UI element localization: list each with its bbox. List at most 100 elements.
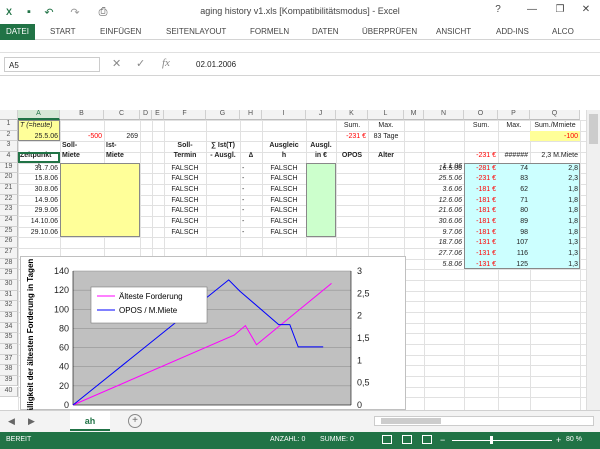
header-termin[interactable]: Termin [166,151,204,161]
tab-formeln[interactable]: FORMELN [250,27,289,36]
confirm-icon[interactable]: ✓ [136,57,145,70]
row-header[interactable]: 21 [0,183,18,195]
date-cell[interactable]: 29.10.06 [20,228,58,238]
header-ausgl[interactable]: - Ausgl. [208,151,238,161]
column-header[interactable]: M [404,110,424,120]
history-opos-cell[interactable]: -131 € [466,238,496,248]
row-header[interactable]: 33 [0,311,18,323]
history-date-cell[interactable]: 3.6.06 [426,185,462,195]
row-header[interactable]: 38 [0,365,18,376]
column-header[interactable]: C [104,110,140,120]
prev-sheet-icon[interactable]: ◀ [8,416,15,427]
soll-termin-cell[interactable]: FALSCH [166,174,204,184]
header-ausgleich[interactable]: Ausgleic [264,141,304,151]
active-cell-a5[interactable] [18,151,60,163]
row-header[interactable]: 29 [0,269,18,280]
sheet-tab-ah[interactable]: ah [70,411,110,431]
column-header[interactable]: J [306,110,336,120]
cell-p3[interactable]: ###### [500,151,528,161]
tab-datei[interactable]: DATEI [0,24,35,40]
header-opos[interactable]: OPOS [338,151,366,161]
cell-q1[interactable]: Sum./Mmiete [532,121,578,131]
header-sum-ist[interactable]: ∑ Ist(T) [208,141,238,151]
row-header[interactable]: 1 [0,120,18,131]
history-date-cell[interactable]: 5.8.06 [426,260,462,270]
help-button[interactable]: ? [490,4,506,15]
column-header[interactable]: B [60,110,104,120]
delta-cell[interactable]: - [242,185,260,195]
formula-input[interactable]: 02.01.2006 [196,60,236,69]
history-date-cell[interactable]: 9.7.06 [426,228,462,238]
history-age-cell[interactable]: 80 [500,206,528,216]
row-header[interactable]: 28 [0,258,18,270]
cell-k1[interactable]: Sum. [338,121,366,131]
tab-ansicht[interactable]: ANSICHT [436,27,471,36]
header-soll-termin[interactable]: Soll- [166,141,204,151]
history-ratio-cell[interactable]: 1,8 [532,217,578,227]
row-header[interactable]: 4 [0,151,18,163]
ausgleich-cell[interactable]: FALSCH [264,174,304,184]
history-age-cell[interactable]: 107 [500,238,528,248]
tab-einfuegen[interactable]: EINFÜGEN [100,27,141,36]
header-ausgl-eur[interactable]: Ausgl. [308,141,334,151]
history-ratio-cell[interactable]: 2,8 [532,164,578,174]
add-sheet-button[interactable]: + [128,414,142,428]
cell-q3[interactable]: 2,3 M.Miete [532,151,578,161]
row-header[interactable]: 40 [0,386,18,398]
cell-q2[interactable]: -100 [532,132,578,142]
row-header[interactable]: 27 [0,247,18,259]
date-cell[interactable]: 30.8.06 [20,185,58,195]
row-header[interactable]: 24 [0,215,18,227]
row-header[interactable]: 23 [0,205,18,216]
delta-cell[interactable]: - [242,206,260,216]
restore-button[interactable]: ❐ [552,4,568,15]
column-header[interactable]: D [140,110,152,120]
row-header[interactable]: 25 [0,226,18,238]
cell-p1[interactable]: Max. [500,121,528,131]
vertical-scrollbar[interactable] [586,110,600,410]
row-header[interactable]: 32 [0,301,18,312]
delta-cell[interactable]: - [242,196,260,206]
header-alter[interactable]: Alter [370,151,402,161]
header-delta[interactable]: ∆ [242,151,260,161]
history-date-cell[interactable]: 30.6.06 [426,217,462,227]
cell-l1[interactable]: Max. [370,121,402,131]
history-ratio-cell[interactable]: 2,3 [532,174,578,184]
ausgleich-cell[interactable]: FALSCH [264,196,304,206]
history-ratio-cell[interactable]: 1,8 [532,206,578,216]
history-opos-cell[interactable]: -181 € [466,206,496,216]
cell-o1[interactable]: Sum. [466,121,496,131]
history-ratio-cell[interactable]: 1,8 [532,228,578,238]
history-opos-cell[interactable]: -181 € [466,228,496,238]
history-ratio-cell[interactable]: 1,8 [532,196,578,206]
zoom-in-icon[interactable]: + [556,435,561,445]
row-header[interactable]: 34 [0,322,18,334]
history-age-cell[interactable]: 74 [500,164,528,174]
history-opos-cell[interactable]: -131 € [466,260,496,270]
cell-k2[interactable]: -231 € [338,132,366,142]
history-age-cell[interactable]: 125 [500,260,528,270]
normal-view-icon[interactable] [382,435,392,444]
date-cell[interactable]: 29.9.06 [20,206,58,216]
history-date-cell[interactable]: 12.6.06 [426,196,462,206]
history-opos-cell[interactable]: -231 € [466,174,496,184]
page-layout-view-icon[interactable] [402,435,412,444]
soll-termin-cell[interactable]: FALSCH [166,196,204,206]
history-age-cell[interactable]: 89 [500,217,528,227]
tab-ueberpruefen[interactable]: ÜBERPRÜFEN [362,27,417,36]
tab-daten[interactable]: DATEN [312,27,339,36]
row-header[interactable]: 30 [0,279,18,291]
column-header[interactable]: F [164,110,206,120]
history-opos-cell[interactable]: -181 € [466,217,496,227]
select-all-corner[interactable] [0,110,18,120]
zoom-out-icon[interactable]: − [440,435,445,445]
history-date-cell[interactable]: 16.5.06 [426,164,462,174]
column-header[interactable]: I [262,110,306,120]
header-soll[interactable]: Soll- [62,141,102,151]
line-chart[interactable]: 0 20 40 60 80 100 120 140 0 0,5 1 1,5 2 2,5 3 Fälligkei… [20,256,406,417]
row-header[interactable]: 19 [0,162,18,174]
history-opos-cell[interactable]: -281 € [466,164,496,174]
ausgleich-cell[interactable]: FALSCH [264,185,304,195]
scroll-thumb[interactable] [589,114,598,144]
date-cell[interactable]: 15.8.06 [20,174,58,184]
